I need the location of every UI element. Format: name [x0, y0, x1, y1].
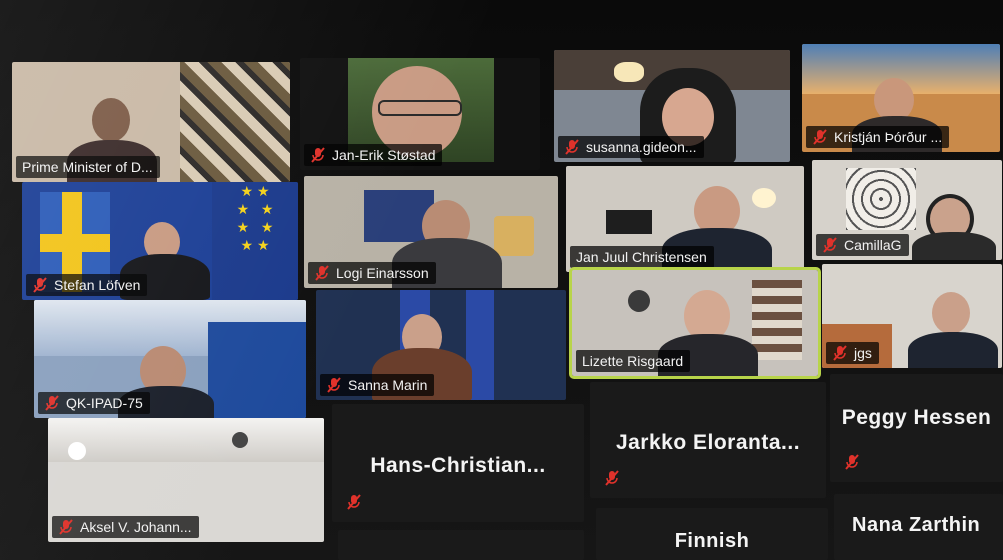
participant-name: Sanna Marin: [348, 377, 428, 393]
participant-name: Jarkko Eloranta...: [615, 430, 801, 454]
participant-nameplate: susanna.gideon...: [558, 136, 704, 158]
participant-name: Jan Juul Christensen: [576, 249, 707, 265]
muted-microphone-icon: [604, 470, 620, 486]
participant-tile[interactable]: Peggy Hessen: [830, 374, 1003, 482]
muted-microphone-icon: [314, 265, 330, 281]
participant-nameplate: jgs: [826, 342, 879, 364]
participant-tile[interactable]: Logi Einarsson: [304, 176, 558, 288]
participant-name: Jan-Erik Støstad: [332, 147, 436, 163]
participant-nameplate: Stefan Löfven: [26, 274, 148, 296]
participant-nameplate: Aksel V. Johann...: [52, 516, 199, 538]
participant-tile[interactable]: Sanna Marin: [316, 290, 566, 400]
muted-microphone-icon: [822, 237, 838, 253]
participant-name: Logi Einarsson: [336, 265, 429, 281]
muted-microphone-icon: [58, 519, 74, 535]
participant-tile[interactable]: Jarkko Eloranta...: [590, 382, 826, 498]
participant-nameplate: CamillaG: [816, 234, 909, 256]
participant-nameplate: Kristján Þórður ...: [806, 126, 950, 148]
participant-tile[interactable]: Hans-Christian...: [332, 404, 584, 522]
wall-art: [846, 168, 916, 230]
participant-nameplate: Jan Juul Christensen: [570, 246, 714, 268]
participant-tile[interactable]: Jan Juul Christensen: [566, 166, 804, 272]
participant-name: susanna.gideon...: [586, 139, 697, 155]
participant-name: Lizette Risgaard: [582, 353, 684, 369]
muted-microphone-icon: [32, 277, 48, 293]
participant-nameplate: Jan-Erik Støstad: [304, 144, 443, 166]
participant-tile[interactable]: ★ ★ ★ ★ ★ ★ ★ ★ Stefan Löfven: [22, 182, 298, 300]
participant-nameplate: Lizette Risgaard: [576, 350, 691, 372]
participant-name: Prime Minister of D...: [22, 159, 153, 175]
muted-microphone-icon: [844, 454, 860, 470]
participant-name: Finnish: [674, 530, 750, 552]
participant-tile[interactable]: Aksel V. Johann...: [48, 418, 324, 542]
participant-name: Peggy Hessen: [841, 406, 992, 430]
participant-tile[interactable]: Nana Zarthin: [834, 494, 1003, 560]
muted-microphone-icon: [832, 345, 848, 361]
participant-nameplate: Logi Einarsson: [308, 262, 436, 284]
participant-nameplate: Sanna Marin: [320, 374, 435, 396]
participant-name: CamillaG: [844, 237, 902, 253]
video-gallery: Prime Minister of D... Jan-Erik Støstad …: [0, 0, 1003, 560]
participant-nameplate: Prime Minister of D...: [16, 156, 160, 178]
muted-microphone-icon: [326, 377, 342, 393]
muted-microphone-icon: [346, 494, 362, 510]
participant-name: Nana Zarthin: [852, 514, 981, 536]
participant-tile[interactable]: Kristján Þórður ...: [802, 44, 1000, 152]
participant-tile[interactable]: QK-IPAD-75: [34, 300, 306, 418]
participant-name: Hans-Christian...: [370, 453, 546, 477]
participant-name: Stefan Löfven: [54, 277, 141, 293]
muted-microphone-icon: [812, 129, 828, 145]
active-speaker-tile[interactable]: Lizette Risgaard: [569, 267, 821, 379]
participant-video: [92, 98, 130, 142]
participant-tile[interactable]: Prime Minister of D...: [12, 62, 290, 182]
participant-tile[interactable]: susanna.gideon...: [554, 50, 790, 162]
wall-art: [180, 62, 290, 182]
participant-tile[interactable]: Jan-Erik Støstad: [300, 58, 540, 170]
participant-tile[interactable]: CamillaG: [812, 160, 1002, 260]
participant-name: QK-IPAD-75: [66, 395, 143, 411]
flag-eu: ★ ★ ★ ★ ★ ★ ★ ★: [212, 182, 298, 300]
participant-tile[interactable]: Finnish: [596, 508, 828, 560]
participant-name: Kristján Þórður ...: [834, 129, 943, 145]
participant-tile[interactable]: jgs: [822, 264, 1002, 368]
participant-name: Aksel V. Johann...: [80, 519, 192, 535]
muted-microphone-icon: [44, 395, 60, 411]
muted-microphone-icon: [310, 147, 326, 163]
participant-name: jgs: [854, 345, 872, 361]
participant-tile[interactable]: [338, 530, 584, 560]
muted-microphone-icon: [564, 139, 580, 155]
participant-nameplate: QK-IPAD-75: [38, 392, 150, 414]
participant-video: [932, 292, 970, 334]
